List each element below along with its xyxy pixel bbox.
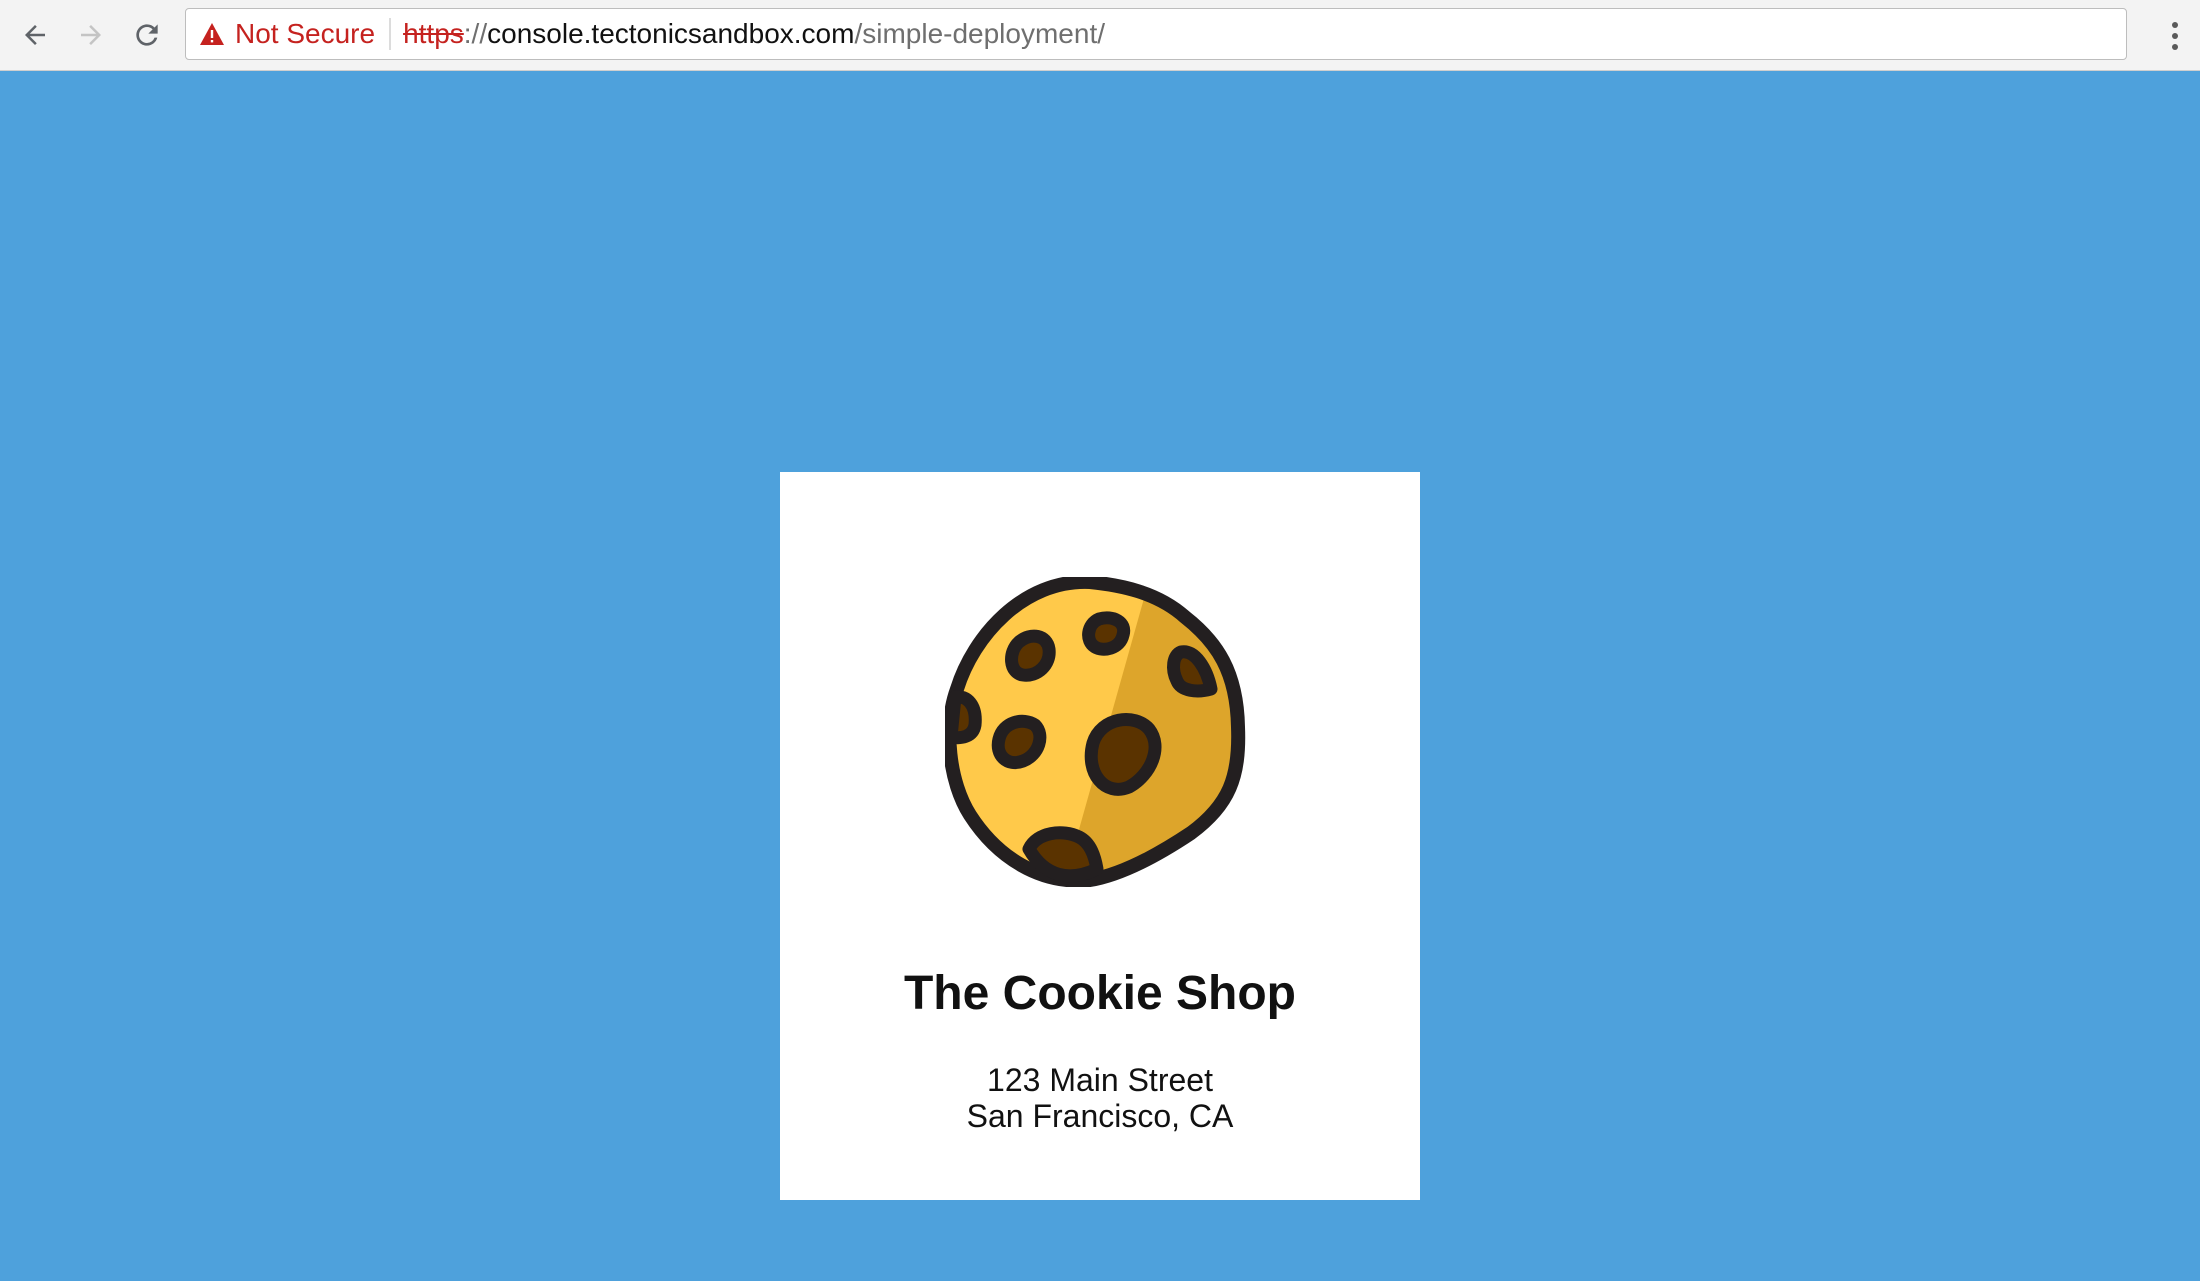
shop-address: 123 Main Street San Francisco, CA [780,1062,1420,1134]
url-scheme-separator: :// [463,18,488,49]
security-status-label[interactable]: Not Secure [235,18,375,50]
address-bar[interactable]: Not Secure https://console.tectonicsandb… [185,8,2127,60]
url-scheme: https [403,18,464,49]
warning-icon[interactable] [199,22,225,46]
arrow-right-icon [81,25,101,45]
back-button[interactable] [12,12,58,58]
shop-card: The Cookie Shop 123 Main Street San Fran… [780,472,1420,1200]
menu-dot [2172,44,2178,50]
browser-toolbar: Not Secure https://console.tectonicsandb… [0,0,2200,71]
reload-button[interactable] [124,12,170,58]
address-street: 123 Main Street [987,1062,1213,1098]
url-host: console.tectonicsandbox.com [487,18,855,49]
menu-dot [2172,22,2178,28]
menu-dot [2172,33,2178,39]
url-path: /simple-deployment/ [854,18,1106,49]
omnibox-divider [389,18,392,50]
cookie-icon [945,577,1246,887]
browser-menu-button[interactable] [2160,14,2190,58]
reload-icon [136,24,158,46]
arrow-left-icon [25,25,45,45]
shop-name: The Cookie Shop [903,967,1296,1020]
address-city: San Francisco, CA [966,1098,1234,1134]
forward-button[interactable] [68,12,114,58]
